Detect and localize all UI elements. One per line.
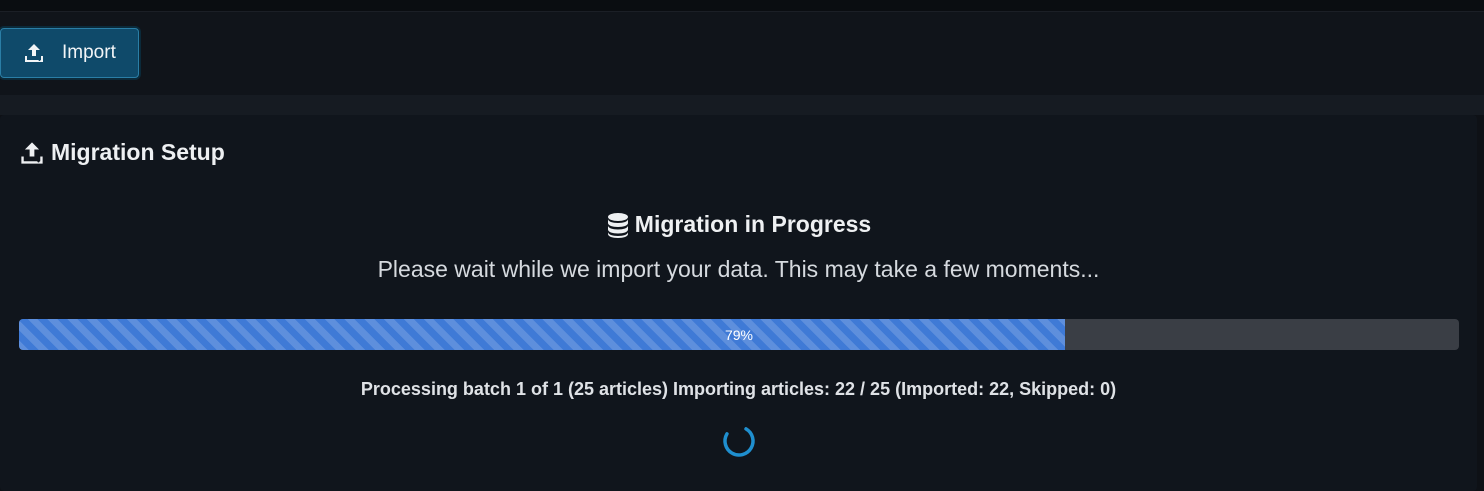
import-button-label: Import [62, 42, 116, 63]
top-strip [0, 0, 1484, 12]
progress-subtitle: Please wait while we import your data. T… [377, 256, 1100, 282]
upload-icon [23, 42, 45, 64]
card-title: Migration Setup [19, 139, 225, 166]
status-text: Processing batch 1 of 1 (25 articles) Im… [360, 379, 1117, 399]
import-button[interactable]: Import [0, 28, 139, 78]
section-divider [0, 95, 1484, 115]
loading-spinner-icon [722, 424, 756, 458]
upload-icon [19, 140, 45, 166]
toolbar [0, 12, 1484, 95]
progress-heading: Migration in Progress [0, 211, 1477, 238]
progress-heading-text: Migration in Progress [634, 211, 872, 237]
migration-setup-card: Migration Setup Migration in Progress Pl… [0, 115, 1477, 491]
progress-percent-label: 79% [724, 326, 754, 343]
progress-bar: 79% [19, 319, 1459, 350]
database-icon [606, 212, 630, 238]
card-title-text: Migration Setup [51, 139, 225, 165]
